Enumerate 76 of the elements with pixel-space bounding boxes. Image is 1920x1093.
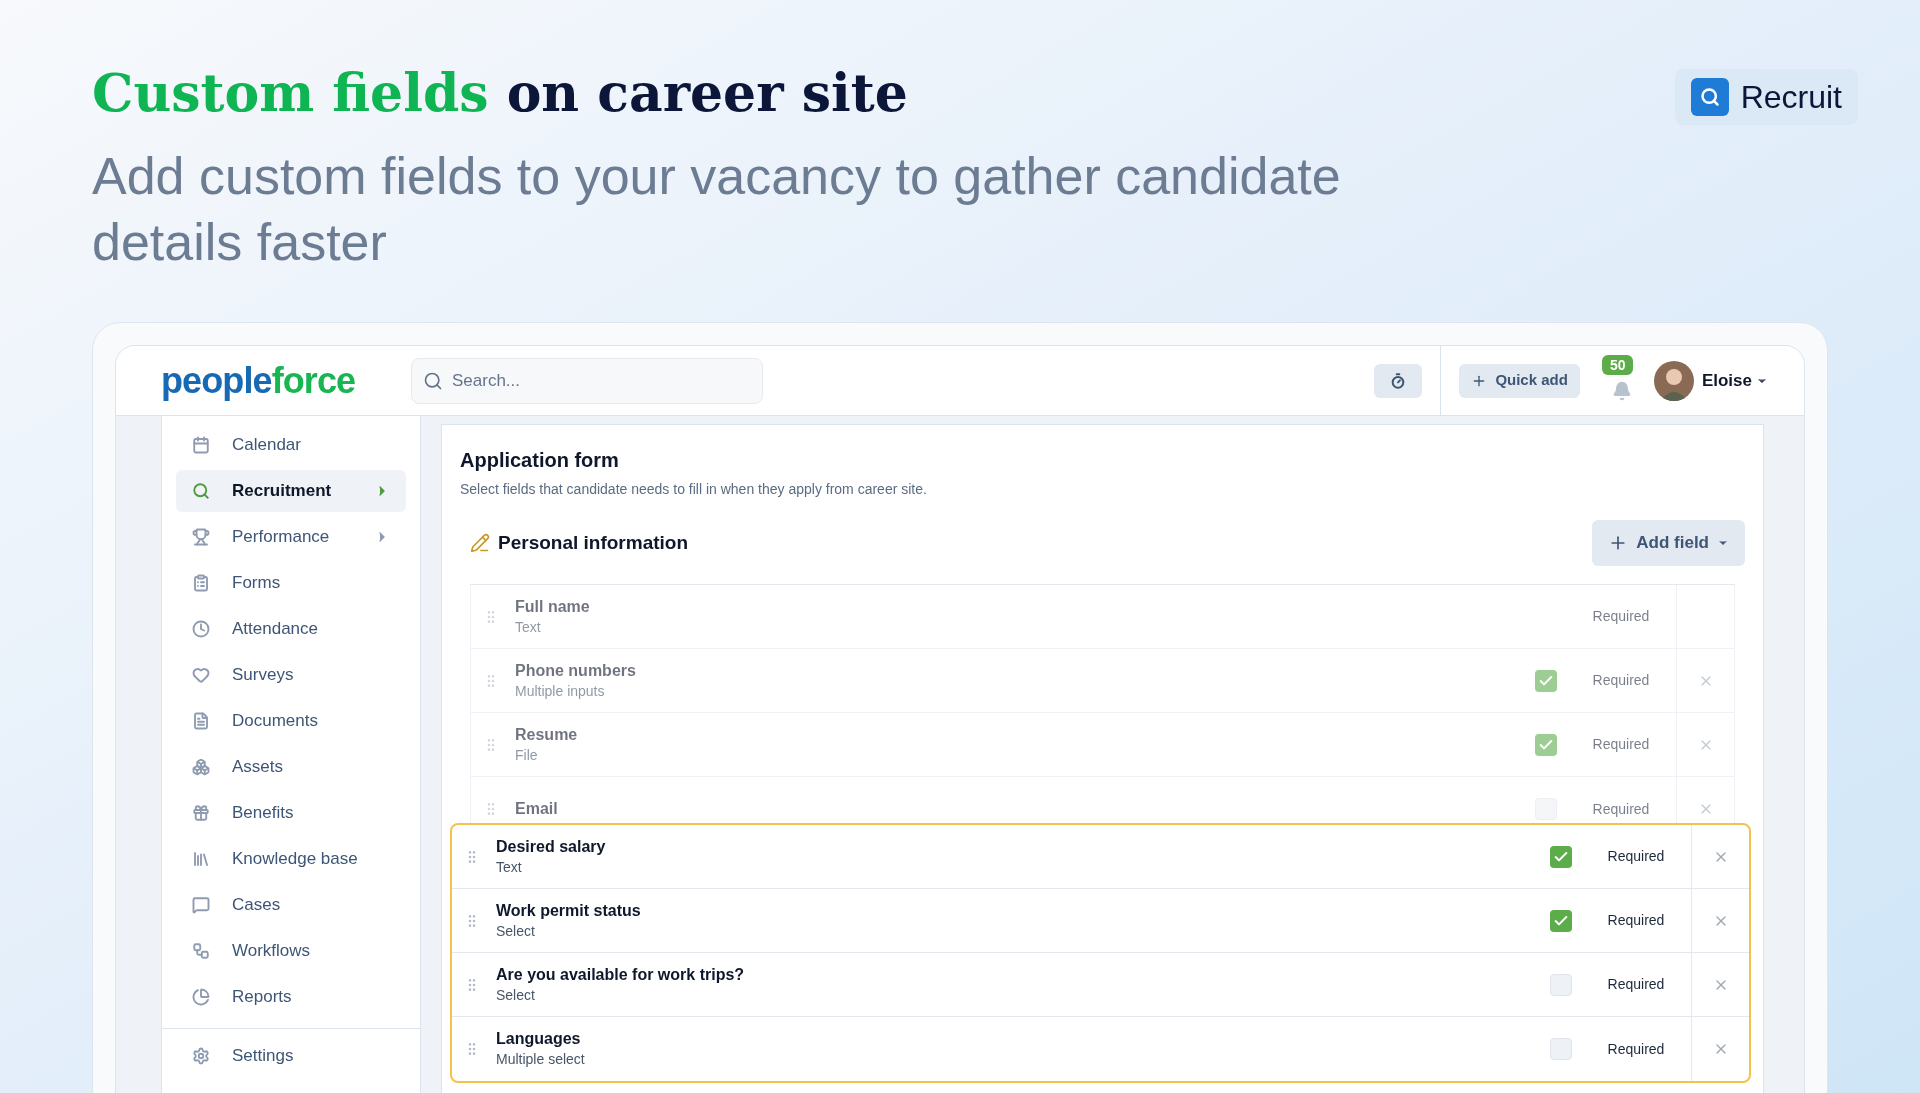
required-label: Required xyxy=(1606,847,1666,866)
required-label: Required xyxy=(1606,1039,1666,1059)
required-label: Required xyxy=(1591,607,1651,626)
sidebar-item[interactable]: Settings xyxy=(176,1035,406,1077)
form-description: Select fields that candidate needs to fill in when they apply from career site. xyxy=(460,480,928,499)
document-icon xyxy=(192,712,210,730)
required-label: Required xyxy=(1606,911,1666,930)
checkbox[interactable] xyxy=(1550,1038,1572,1060)
field-type: Text xyxy=(515,617,542,637)
page-title: Custom fields on career site xyxy=(92,61,909,125)
field-name: Desired salary xyxy=(496,836,607,857)
field-name: Languages xyxy=(496,1029,582,1049)
checkbox[interactable] xyxy=(1550,909,1572,932)
required-label: Required xyxy=(1591,671,1651,690)
logo: peopleforce xyxy=(161,362,357,399)
sidebar-item[interactable]: Recruitment xyxy=(176,470,406,512)
field-name: Resume xyxy=(515,724,579,745)
sidebar-item[interactable]: Cases xyxy=(176,884,406,926)
books-icon xyxy=(192,850,210,868)
field-type: Text xyxy=(496,857,523,877)
checkbox[interactable] xyxy=(1535,733,1557,756)
sidebar-item[interactable]: Documents xyxy=(176,700,406,742)
required-label: Required xyxy=(1591,799,1651,819)
field-type: Multiple select xyxy=(496,1050,586,1069)
badge-label: Recruit xyxy=(1740,78,1842,117)
page-subtitle: Add custom fields to your vacancy to gather candidate details faster xyxy=(92,146,1342,273)
field-name: Full name xyxy=(515,596,591,617)
checkbox[interactable] xyxy=(1550,973,1572,996)
bell-icon[interactable] xyxy=(1611,380,1632,401)
timer-button[interactable] xyxy=(1374,363,1423,398)
sidebar-item[interactable]: Attendance xyxy=(176,608,406,650)
field-type: Select xyxy=(496,921,536,941)
field-name: Work permit status xyxy=(496,900,642,921)
trophy-icon xyxy=(192,528,210,546)
stopwatch-icon xyxy=(1390,372,1407,389)
heart-icon xyxy=(192,666,210,684)
sidebar-item[interactable]: Assets xyxy=(176,746,406,788)
memo-icon xyxy=(470,533,490,553)
search-field[interactable]: Search... xyxy=(411,357,763,404)
clipboard-icon xyxy=(192,574,210,592)
sidebar-item[interactable]: Benefits xyxy=(176,792,406,834)
clock-icon xyxy=(192,620,210,638)
sidebar-item[interactable]: Knowledge base xyxy=(176,838,406,880)
field-name: Are you available for work trips? xyxy=(496,964,746,985)
settings-icon xyxy=(192,1047,210,1065)
workflow-icon xyxy=(192,942,210,960)
avatar[interactable] xyxy=(1653,360,1694,401)
sidebar-item[interactable]: Performance xyxy=(176,516,406,558)
required-label: Required xyxy=(1591,735,1651,754)
sidebar-item[interactable]: Forms xyxy=(176,562,406,604)
search-icon xyxy=(192,482,210,500)
boxes-icon xyxy=(192,758,210,776)
checkbox[interactable] xyxy=(1550,845,1572,868)
search-icon xyxy=(423,370,443,391)
quick-add-button[interactable]: Quick add xyxy=(1459,363,1580,398)
field-name: Phone numbers xyxy=(515,660,637,681)
field-name: Email xyxy=(515,799,559,819)
gift-icon xyxy=(192,804,210,822)
search-icon xyxy=(1690,78,1729,116)
checkbox[interactable] xyxy=(1535,669,1557,692)
required-label: Required xyxy=(1606,975,1666,994)
sidebar-item[interactable]: Reports xyxy=(176,976,406,1018)
field-type: Select xyxy=(496,985,536,1005)
add-field-button[interactable]: Add field xyxy=(1592,520,1745,566)
chat-icon xyxy=(192,896,210,914)
field-type: File xyxy=(515,745,539,765)
calendar-icon xyxy=(192,436,210,454)
notification-badge: 50 xyxy=(1601,354,1634,375)
form-title: Application form xyxy=(460,448,620,473)
sidebar-item[interactable]: Surveys xyxy=(176,654,406,696)
section-title: Personal information xyxy=(498,530,689,555)
field-type: Multiple inputs xyxy=(515,681,606,701)
sidebar-item[interactable]: Calendar xyxy=(176,424,406,466)
user-menu[interactable]: Eloise xyxy=(1701,367,1768,394)
pie-chart-icon xyxy=(192,988,210,1006)
sidebar-item[interactable]: Workflows xyxy=(176,930,406,972)
